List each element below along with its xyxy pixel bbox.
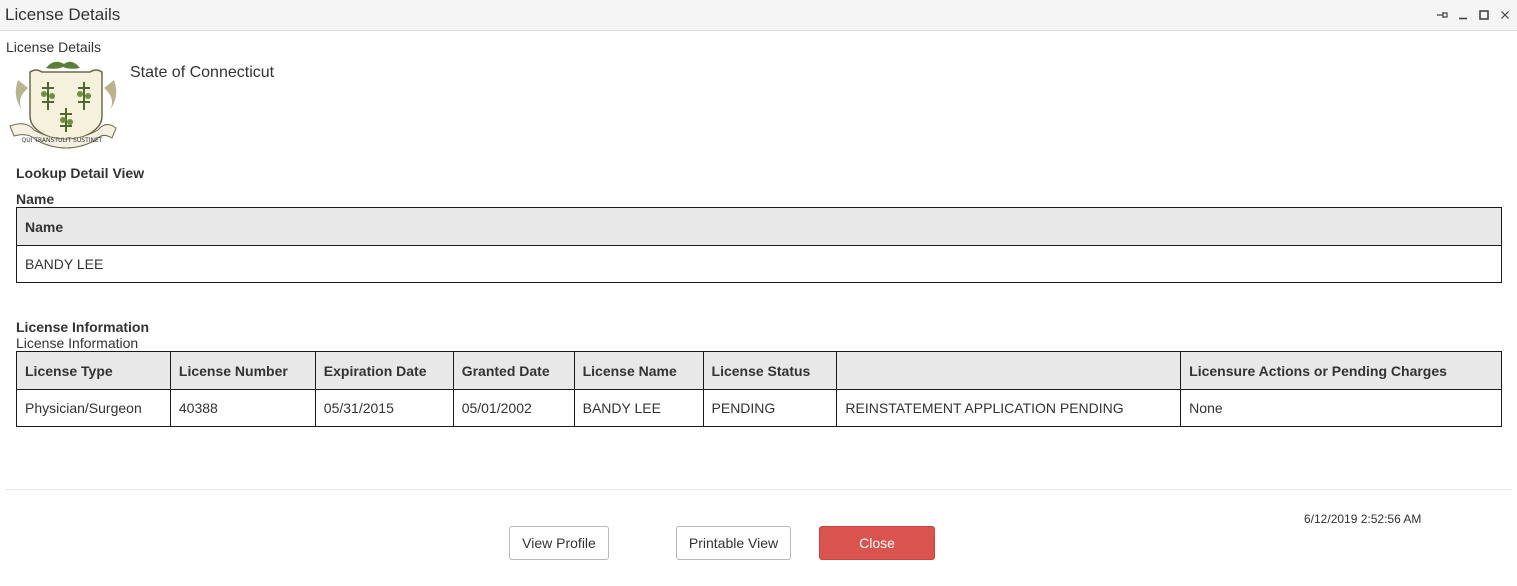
column-header-expiration-date: Expiration Date	[314, 351, 454, 390]
table-row: Physician/Surgeon 40388 05/31/2015 05/01…	[16, 389, 1502, 427]
pin-icon[interactable]	[1436, 8, 1448, 22]
lookup-section-title: Lookup Detail View	[16, 165, 145, 181]
column-header-license-name: License Name	[573, 351, 704, 390]
name-cell: BANDY LEE	[16, 245, 1502, 283]
granted-date-cell: 05/01/2002	[452, 389, 575, 427]
state-seal-logo: QUI TRANSTULIT SUSTINET	[6, 58, 119, 152]
window-title: License Details	[5, 5, 121, 24]
seal-motto: QUI TRANSTULIT SUSTINET	[22, 137, 103, 144]
close-icon[interactable]	[1499, 8, 1511, 22]
column-header-license-type: License Type	[16, 351, 171, 390]
minimize-icon[interactable]	[1457, 8, 1469, 22]
license-type-cell: Physician/Surgeon	[16, 389, 171, 427]
column-header-status-detail	[836, 351, 1182, 390]
view-profile-button[interactable]: View Profile	[509, 526, 609, 560]
close-button[interactable]: Close	[819, 526, 935, 560]
licensure-actions-cell: None	[1180, 389, 1502, 427]
license-name-cell: BANDY LEE	[573, 389, 704, 427]
agency-name: State of Connecticut	[130, 64, 275, 81]
license-section-subtitle: License Information	[16, 335, 139, 351]
maximize-icon[interactable]	[1478, 8, 1490, 22]
license-status-cell: PENDING	[702, 389, 838, 427]
license-table: License Type License Number Expiration D…	[16, 351, 1502, 427]
window-controls	[1436, 6, 1511, 24]
status-detail-cell: REINSTATEMENT APPLICATION PENDING	[836, 389, 1182, 427]
column-header-granted-date: Granted Date	[452, 351, 575, 390]
license-section-title: License Information	[16, 319, 150, 335]
footer-divider	[6, 489, 1512, 490]
page-subtitle: License Details	[6, 39, 101, 55]
window-titlebar: License Details	[0, 0, 1517, 31]
license-number-cell: 40388	[169, 389, 316, 427]
column-header-licensure-actions: Licensure Actions or Pending Charges	[1180, 351, 1502, 390]
column-header-license-status: License Status	[702, 351, 838, 390]
name-table: Name BANDY LEE	[16, 207, 1502, 283]
name-section-title: Name	[16, 191, 55, 207]
printable-view-button[interactable]: Printable View	[676, 526, 791, 560]
column-header-license-number: License Number	[169, 351, 316, 390]
timestamp: 6/12/2019 2:52:56 AM	[1304, 512, 1422, 526]
column-header-name: Name	[16, 207, 1502, 246]
table-row: BANDY LEE	[16, 245, 1502, 283]
expiration-date-cell: 05/31/2015	[314, 389, 454, 427]
